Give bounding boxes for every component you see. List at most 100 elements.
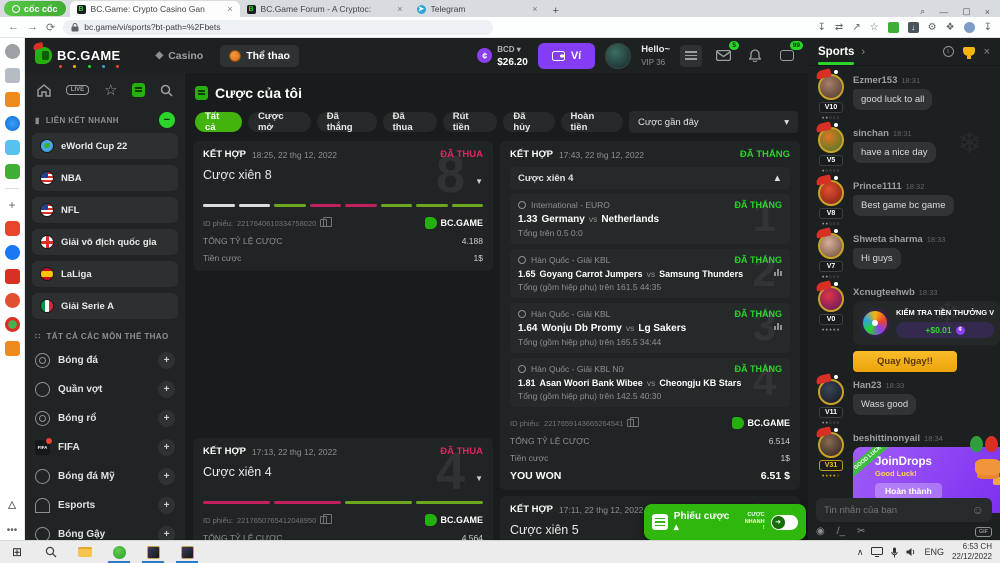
sort-dropdown[interactable]: Cược gần đây▾ (629, 111, 798, 133)
copy-icon[interactable] (627, 419, 634, 427)
live-icon[interactable]: LIVE (66, 85, 89, 95)
chat-username[interactable]: beshittinonyail (853, 433, 920, 444)
bonus-spin-card[interactable]: KIỂM TRA TIỀN THƯỞNG VÒNG QU +$0.01¢ (853, 301, 1000, 345)
window-minimize-button[interactable]: — (939, 7, 948, 17)
forward-button[interactable]: → (27, 21, 38, 33)
nav-sports[interactable]: Thể thao (220, 45, 299, 67)
share-icon[interactable]: ↗ (852, 22, 860, 33)
filter-refund[interactable]: Hoàn tiền (561, 112, 623, 132)
wallet-button[interactable]: Ví (538, 43, 595, 69)
sidebar-sport-cricket[interactable]: Bóng Gậy+ (25, 520, 185, 540)
bcgame-logo[interactable]: BC.GAME (35, 47, 121, 64)
profile-avatar-icon[interactable] (964, 22, 975, 33)
chevron-down-icon[interactable]: ▼ (475, 474, 483, 483)
expand-plus-icon[interactable]: + (158, 352, 175, 369)
translate-icon[interactable]: ⇄ (835, 22, 843, 33)
user-info[interactable]: Hello~ VIP 36 (641, 43, 670, 69)
browser-tab-forum[interactable]: B BC.Game Forum - A Cryptoc: × (240, 1, 410, 17)
chevron-down-icon[interactable]: ▼ (475, 177, 483, 186)
inbox-icon[interactable]: 5 (712, 45, 734, 67)
add-shortcut-icon[interactable]: + (8, 198, 15, 212)
chat-close-icon[interactable]: × (984, 46, 990, 58)
window-maximize-button[interactable]: ▢ (962, 6, 971, 17)
filter-cashout[interactable]: Rút tiền (443, 112, 498, 132)
download-page-icon[interactable]: ↧ (818, 22, 826, 33)
sidebar-item-laliga[interactable]: LaLiga (32, 261, 178, 287)
avatar[interactable] (818, 233, 844, 259)
expand-plus-icon[interactable]: + (158, 468, 175, 485)
expand-plus-icon[interactable]: + (158, 497, 175, 514)
avatar[interactable] (818, 432, 844, 458)
address-bar[interactable]: bc.game/vi/sports?bt-path=%2Fbets (63, 20, 493, 35)
bet-collapse-row[interactable]: Cược xiên 4▲ (510, 167, 790, 189)
sidebar-item-eworld-cup[interactable]: eWorld Cup 22 (32, 133, 178, 159)
bet-card-lost-4[interactable]: KẾT HỢP 17:13, 22 thg 12, 2022 ĐÃ THUA C… (193, 438, 493, 540)
download-manager-icon[interactable]: ↓ (908, 22, 919, 33)
sidebar-item-nba[interactable]: NBA (32, 165, 178, 191)
avatar[interactable] (818, 286, 844, 312)
newsfeed-icon[interactable] (5, 68, 20, 83)
volume-icon[interactable] (906, 547, 916, 557)
history-clock-icon[interactable] (5, 44, 20, 59)
filter-all[interactable]: Tất cả (195, 112, 242, 132)
expand-plus-icon[interactable]: + (158, 410, 175, 427)
sidebar-sport-esports[interactable]: Esports+ (25, 491, 185, 520)
tab-close-icon[interactable]: × (397, 4, 402, 14)
youtube-icon[interactable] (5, 221, 20, 236)
attach-icon[interactable]: ✂ (857, 526, 865, 537)
tab-close-icon[interactable]: × (532, 4, 537, 14)
file-explorer-button[interactable] (68, 541, 102, 563)
sidebar-item-national-league[interactable]: Giải vô địch quốc gia (32, 229, 178, 255)
chat-message-input[interactable] (824, 505, 972, 516)
chat-username[interactable]: Shweta sharma (853, 234, 923, 245)
promo-red-icon[interactable] (5, 293, 20, 308)
sidebar-sport-american-football[interactable]: Bóng đá Mỹ+ (25, 462, 185, 491)
expand-plus-icon[interactable]: + (158, 381, 175, 398)
expand-plus-icon[interactable]: + (158, 526, 175, 540)
my-bets-icon[interactable] (132, 83, 145, 97)
notifications-bell-icon[interactable] (744, 45, 766, 67)
filter-lost[interactable]: Đã thua (383, 112, 437, 132)
game-app-button[interactable] (136, 541, 170, 563)
chat-username[interactable]: Ezmer153 (853, 75, 897, 86)
tip-coin-icon[interactable]: ◉ (816, 526, 825, 537)
avatar[interactable] (818, 379, 844, 405)
taskbar-clock[interactable]: 6:53 CH22/12/2022 (952, 542, 992, 562)
gif-picker-icon[interactable]: GIF (975, 527, 992, 537)
currency-selector[interactable]: ¢ BCD ▾$26.20 (477, 43, 528, 67)
messenger-icon[interactable] (5, 116, 20, 131)
language-indicator[interactable]: ENG (924, 547, 944, 557)
microphone-icon[interactable] (891, 547, 898, 558)
copy-icon[interactable] (320, 516, 327, 524)
chat-username[interactable]: Han23 (853, 380, 882, 391)
coccoc-menu-button[interactable]: cốc cốc (4, 1, 66, 16)
home-icon[interactable] (37, 84, 51, 97)
emoji-smiley-icon[interactable]: ☺ (972, 503, 984, 517)
filter-cancelled[interactable]: Đã hủy (503, 112, 554, 132)
new-tab-button[interactable]: + (545, 5, 567, 17)
chat-tab-sports[interactable]: Sports (818, 46, 854, 58)
trophy-icon[interactable] (963, 47, 975, 56)
calendar-icon[interactable] (5, 269, 20, 284)
downloads-icon[interactable]: ↧ (984, 22, 992, 33)
spin-now-button[interactable]: Quay Ngay!! (853, 351, 957, 372)
back-button[interactable]: ← (8, 21, 19, 33)
bet-card-won[interactable]: KẾT HỢP 17:43, 22 thg 12, 2022 ĐÃ THẮNG … (500, 141, 800, 490)
settings-gear-icon[interactable]: ⚙ (928, 22, 937, 33)
reload-button[interactable]: ⟳ (46, 21, 55, 34)
bet-list-icon[interactable] (680, 45, 702, 67)
sidebar-sport-fifa[interactable]: FIFAFIFA+ (25, 433, 185, 462)
chat-username[interactable]: Prince1111 (853, 181, 902, 192)
claim-button[interactable]: Hoàn thành (875, 483, 942, 499)
search-icon[interactable] (160, 84, 173, 97)
facebook-icon[interactable] (5, 245, 20, 260)
nav-casino[interactable]: ◆Casino (147, 45, 213, 67)
browser-tab-bcgame[interactable]: B BC.Game: Crypto Casino Gan × (70, 1, 240, 17)
avatar[interactable] (818, 180, 844, 206)
game-dot-icon[interactable] (5, 317, 20, 332)
sidebar-sport-basketball[interactable]: Bóng rổ+ (25, 404, 185, 433)
stats-icon[interactable] (774, 269, 782, 276)
sidebar-item-nfl[interactable]: NFL (32, 197, 178, 223)
bookmark-star-icon[interactable]: ☆ (870, 22, 879, 33)
chat-username[interactable]: sinchan (853, 128, 889, 139)
